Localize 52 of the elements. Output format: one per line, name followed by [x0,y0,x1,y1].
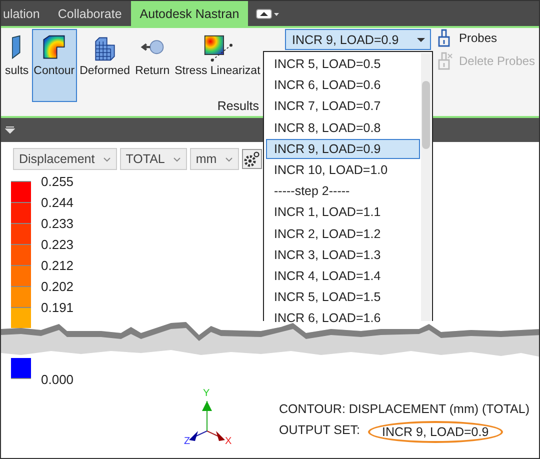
axis-label: Z [184,436,190,445]
caret-icon [172,156,181,162]
ribbon-button[interactable]: sults [3,29,31,102]
list-item[interactable]: INCR 5, LOAD=0.5 [266,54,420,74]
list-item[interactable]: INCR 3, LOAD=1.3 [266,244,420,265]
list-item[interactable]: INCR 6, LOAD=0.6 [266,75,420,96]
list-item[interactable]: INCR 4, LOAD=1.4 [266,266,420,286]
panel-toggle-icon[interactable] [256,8,280,20]
list-item[interactable]: INCR 7, LOAD=0.7 [266,96,420,116]
legend-value: 0.244 [41,195,74,210]
list-item[interactable]: INCR 6, LOAD=1.6 [266,308,420,328]
ribbon-button[interactable]: Return [133,29,172,102]
legend-selector[interactable]: mm [190,148,239,170]
axis-label: X [225,436,232,445]
panel-label: Results [217,99,259,113]
output-set-dropdown[interactable]: INCR 9, LOAD=0.9 [285,29,431,50]
list-item[interactable]: -----step 2----- [266,181,420,202]
legend-value: 0.223 [41,237,74,252]
legend-selector[interactable]: TOTAL [120,148,187,170]
ribbon-button[interactable]: Contour [32,29,77,102]
ribbon-tab[interactable]: ulation [1,1,49,26]
ribbon-tab[interactable]: Autodesk Nastran [130,1,248,26]
settings-icon[interactable] [242,149,262,169]
list-item[interactable]: INCR 2, LOAD=1.2 [266,224,420,244]
list-item[interactable]: INCR 10, LOAD=1.0 [266,160,420,180]
list-item[interactable]: INCR 1, LOAD=1.1 [266,202,420,222]
output-set-label: OUTPUT SET: [279,423,360,439]
panel-icon [12,34,22,62]
axis-triad-drawing [189,400,225,441]
probe-icon [437,52,453,70]
legend-value: 0.191 [41,300,74,315]
legend-value: 0.233 [41,216,74,231]
legend-value: 0.000 [41,372,74,387]
caret-icon [224,156,233,162]
legend-selector[interactable]: Displacement [13,148,117,170]
output-set-value: INCR 9, LOAD=0.9 [368,421,503,443]
collapse-icon[interactable] [5,126,15,134]
caret-icon [102,156,111,162]
list-item[interactable]: INCR 9, LOAD=0.9 [266,138,420,159]
ribbon-tab[interactable]: Collaborate [48,1,131,26]
scrollbar[interactable] [421,53,431,321]
axis-label: Y [203,388,210,399]
ribbon-button[interactable]: Stress Linearizat [172,29,262,102]
contour-caption: CONTOUR: DISPLACEMENT (mm) (TOTAL) [279,402,530,416]
legend-value: 0.202 [41,279,74,294]
legend-value: 0.255 [41,174,74,189]
caret-icon [416,36,426,42]
legend-value: 0.212 [41,258,74,273]
list-item[interactable]: INCR 5, LOAD=1.5 [266,287,420,308]
probe-button[interactable]: Probes [437,29,536,47]
scroll-thumb[interactable] [422,81,430,149]
ribbon-button[interactable]: Deformed [78,29,132,102]
